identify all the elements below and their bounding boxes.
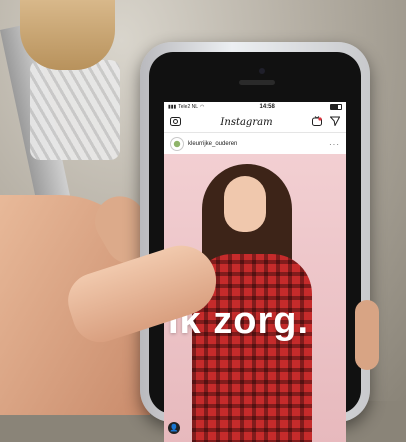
stool-base	[30, 60, 120, 160]
instagram-logo: Instagram	[220, 116, 273, 128]
status-left: ▮▮▮ Tele2 NL ◠	[168, 104, 204, 110]
earpiece-speaker	[239, 80, 275, 85]
person-face	[224, 176, 266, 232]
status-time: 14:58	[259, 104, 275, 110]
carrier-name: Tele2 NL	[178, 104, 198, 110]
signal-icon: ▮▮▮	[168, 104, 177, 110]
battery-icon	[329, 104, 342, 110]
direct-message-icon[interactable]	[329, 113, 341, 131]
igtv-icon[interactable]	[311, 113, 322, 131]
user-tag-icon[interactable]: 👤	[168, 422, 180, 434]
instagram-header: Instagram	[164, 112, 346, 133]
avatar[interactable]	[170, 137, 184, 151]
header-actions	[311, 113, 341, 131]
stool-top	[20, 0, 115, 70]
post-header: kleurrijke_ouderen ···	[164, 133, 346, 155]
camera-icon[interactable]	[170, 113, 181, 131]
front-camera	[259, 68, 265, 74]
more-options-icon[interactable]: ···	[329, 140, 340, 149]
right-finger	[355, 300, 379, 370]
wifi-icon: ◠	[200, 104, 205, 110]
status-bar: ▮▮▮ Tele2 NL ◠ 14:58	[164, 102, 346, 112]
post-username[interactable]: kleurrijke_ouderen	[188, 141, 325, 147]
